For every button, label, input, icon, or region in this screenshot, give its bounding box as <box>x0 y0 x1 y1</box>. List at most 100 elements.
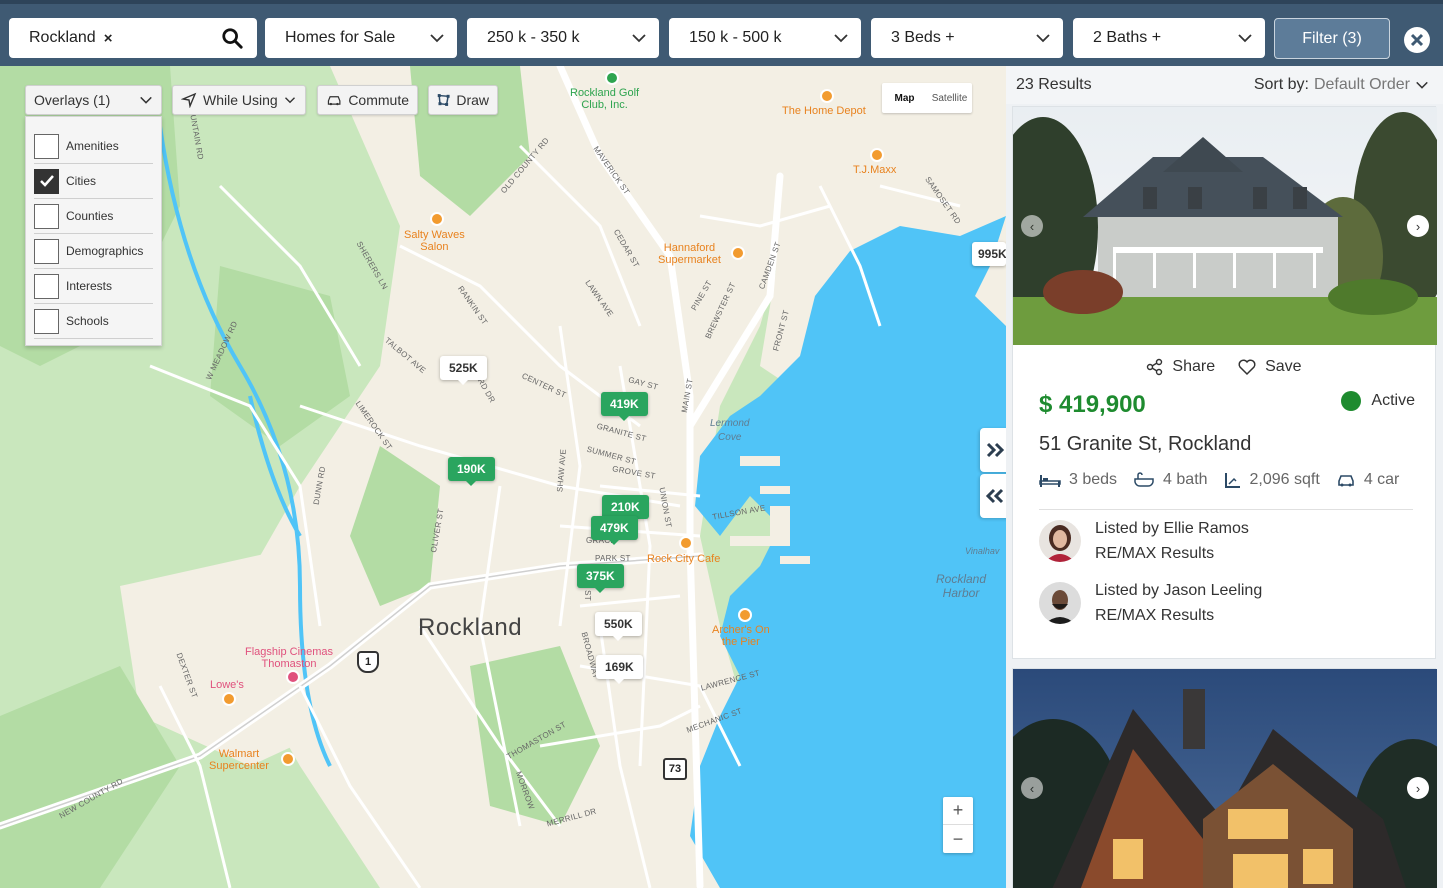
price-range-select[interactable]: 250 k - 350 k <box>467 18 659 58</box>
agent-office: RE/MAX Results <box>1095 545 1215 562</box>
car-count: 4 car <box>1363 471 1400 488</box>
route-shield: 73 <box>663 758 687 780</box>
checkmark-icon <box>39 175 54 187</box>
sort-value: Default Order <box>1313 76 1410 93</box>
overlay-option-interests[interactable]: Interests <box>34 269 153 304</box>
bath-icon <box>1134 472 1154 487</box>
baths-select[interactable]: 2 Baths + <box>1073 18 1265 58</box>
checkbox[interactable] <box>34 238 59 264</box>
filter-button[interactable]: Filter (3) <box>1274 18 1390 59</box>
store-icon <box>870 148 884 162</box>
car-icon <box>327 96 341 106</box>
street-label: ST <box>582 590 592 601</box>
card-actions: Share Save <box>1013 345 1435 389</box>
save-label: Save <box>1265 358 1302 375</box>
price-pin[interactable]: 995K <box>972 242 1006 266</box>
next-photo-button[interactable]: › <box>1407 215 1429 237</box>
overlay-label: Counties <box>66 209 114 223</box>
listing-photo[interactable]: ‹ › <box>1013 669 1437 888</box>
chevron-down-icon <box>430 34 444 43</box>
sort-dropdown[interactable]: Sort by: Default Order <box>1254 76 1429 94</box>
zoom-out-button[interactable]: − <box>943 825 973 853</box>
double-chevron-left-icon <box>985 488 1004 504</box>
listing-status: Active <box>1341 391 1415 411</box>
checkbox-checked[interactable] <box>34 168 59 194</box>
price-pin[interactable]: 375K <box>577 564 624 593</box>
clear-search-icon[interactable]: × <box>104 30 113 47</box>
chevron-down-icon <box>1238 34 1252 43</box>
status-label: Active <box>1371 392 1415 409</box>
listing-price: $ 419,900 <box>1039 391 1146 418</box>
house-photo <box>1013 669 1437 888</box>
checkbox[interactable] <box>34 273 59 299</box>
restaurant-icon <box>738 608 752 622</box>
results-panel: 23 Results Sort by: Default Order ‹ › Sh… <box>1006 66 1443 888</box>
search-icon[interactable] <box>221 27 243 49</box>
commute-button[interactable]: Commute <box>317 85 418 115</box>
results-count: 23 Results <box>1016 76 1092 93</box>
search-input[interactable]: Rockland × <box>9 18 257 58</box>
checkbox[interactable] <box>34 308 59 334</box>
checkbox[interactable] <box>34 203 59 229</box>
listing-photo[interactable]: ‹ › <box>1013 107 1437 345</box>
agent-name: Listed by Ellie Ramos <box>1095 520 1249 537</box>
prev-photo-button[interactable]: ‹ <box>1021 777 1043 799</box>
overlay-option-demographics[interactable]: Demographics <box>34 234 153 269</box>
listing-specs: 3 beds 4 bath 2,096 sqft 4 car <box>1039 471 1405 489</box>
share-button[interactable]: Share <box>1146 358 1215 376</box>
poi-label: Rock City Cafe <box>647 553 721 565</box>
store-icon <box>820 89 834 103</box>
price-pin[interactable]: 419K <box>601 392 648 421</box>
zoom-in-button[interactable]: + <box>943 797 973 825</box>
sqft-value: 2,096 sqft <box>1249 471 1320 488</box>
poi-label: Rockland Golf Club, Inc. <box>570 87 640 111</box>
chevron-down-icon <box>140 96 152 104</box>
second-range-value: 150 k - 500 k <box>689 29 782 46</box>
baths-value: 2 Baths + <box>1093 29 1162 46</box>
overlay-label: Schools <box>66 314 109 328</box>
agent-row[interactable]: Listed by Jason Leeling RE/MAX Results <box>1039 572 1413 634</box>
cafe-icon <box>679 536 693 550</box>
checkbox[interactable] <box>34 133 59 159</box>
close-icon[interactable] <box>1404 27 1430 53</box>
price-pin[interactable]: 525K <box>440 356 487 385</box>
price-pin[interactable]: 550K <box>595 612 642 641</box>
draw-label: Draw <box>456 92 489 108</box>
street-label: PARK ST <box>595 554 631 563</box>
price-pin[interactable]: 190K <box>448 457 495 486</box>
overlay-option-counties[interactable]: Counties <box>34 199 153 234</box>
map-type-satellite[interactable]: Satellite <box>927 83 972 113</box>
overlays-dropdown[interactable]: Overlays (1) <box>25 85 162 115</box>
agent-row[interactable]: Listed by Ellie Ramos RE/MAX Results <box>1039 510 1413 572</box>
salon-icon <box>430 212 444 226</box>
listing-type-select[interactable]: Homes for Sale <box>265 18 457 58</box>
listing-card[interactable]: ‹ › <box>1012 668 1437 888</box>
route-shield: 1 <box>357 651 379 673</box>
overlay-option-amenities[interactable]: Amenities <box>34 129 153 164</box>
next-photo-button[interactable]: › <box>1407 777 1429 799</box>
draw-button[interactable]: Draw <box>428 85 498 115</box>
poi-label: The Home Depot <box>782 105 866 117</box>
map-type-map[interactable]: Map <box>882 83 927 113</box>
listing-agents: Listed by Ellie Ramos RE/MAX Results List… <box>1039 509 1413 634</box>
agent-office: RE/MAX Results <box>1095 607 1215 624</box>
commute-label: Commute <box>348 92 409 108</box>
listing-card[interactable]: ‹ › Share Save $ 419,900 Active 51 Grani… <box>1012 106 1437 659</box>
price-pin[interactable]: 479K <box>591 516 638 545</box>
chevron-down-icon <box>284 97 295 104</box>
overlay-option-schools[interactable]: Schools <box>34 304 153 339</box>
save-button[interactable]: Save <box>1237 358 1302 376</box>
listing-address[interactable]: 51 Granite St, Rockland <box>1039 433 1251 456</box>
double-chevron-right-icon <box>986 442 1005 458</box>
heart-icon <box>1238 359 1256 376</box>
second-range-select[interactable]: 150 k - 500 k <box>669 18 861 58</box>
while-using-dropdown[interactable]: While Using <box>172 85 306 115</box>
overlays-label: Overlays (1) <box>34 92 111 108</box>
price-pin[interactable]: 169K <box>596 655 643 684</box>
share-label: Share <box>1172 358 1216 375</box>
avatar <box>1039 582 1081 624</box>
beds-select[interactable]: 3 Beds + <box>871 18 1063 58</box>
prev-photo-button[interactable]: ‹ <box>1021 215 1043 237</box>
overlay-option-cities[interactable]: Cities <box>34 164 153 199</box>
sort-label: Sort by: <box>1253 76 1309 93</box>
